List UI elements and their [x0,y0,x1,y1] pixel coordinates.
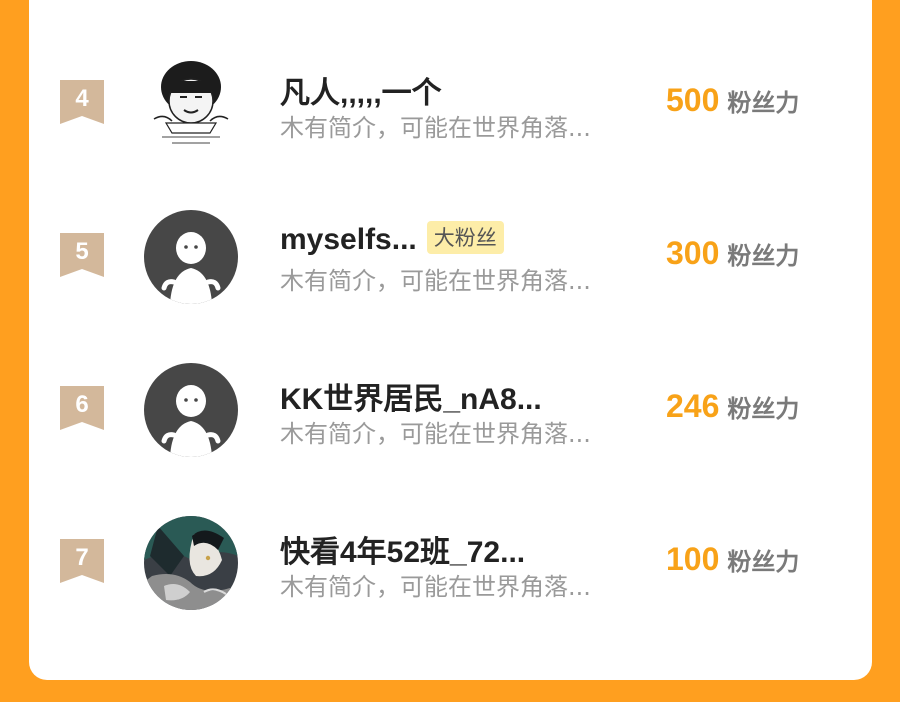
username[interactable]: myselfs... 大粉丝 [280,221,504,257]
big-fan-badge: 大粉丝 [426,221,504,254]
username[interactable]: KK世界居民_nA8... [280,374,542,418]
fan-power-score: 300 粉丝力 [666,235,799,272]
username[interactable]: 凡人,,,,,一个 [280,68,442,112]
score-value: 100 [666,541,720,577]
rank-badge: 5 [60,233,104,277]
user-avatar[interactable] [144,57,238,151]
score-unit: 粉丝力 [727,395,800,423]
fan-power-score: 500 粉丝力 [666,82,799,119]
score-unit: 粉丝力 [727,89,800,117]
rank-badge: 7 [60,539,104,583]
user-avatar[interactable] [144,516,238,610]
leaderboard-row[interactable]: 4 凡人,,,,,一个 木有简介，可能在世界角落... 500 粉丝力 [29,48,872,158]
score-value: 500 [666,82,720,118]
rank-number: 5 [75,238,89,265]
username[interactable]: 快看4年52班_72... [280,527,525,571]
user-bio: 木有简介，可能在世界角落... [280,573,591,601]
user-bio: 木有简介，可能在世界角落... [280,420,591,448]
leaderboard-row[interactable]: 5 myselfs... 大粉丝 木有简介，可能在世界角落... 300 粉丝力 [29,201,872,311]
user-bio: 木有简介，可能在世界角落... [280,267,591,295]
rank-number: 6 [75,391,89,418]
fan-power-score: 100 粉丝力 [666,541,799,578]
rank-badge: 4 [60,80,104,124]
default-avatar[interactable] [144,210,238,304]
score-value: 246 [666,388,720,424]
rank-number: 4 [75,85,89,112]
fan-leaderboard-card: 4 凡人,,,,,一个 木有简介，可能在世界角落... 500 粉丝力 5 my… [29,0,872,680]
rank-number: 7 [75,544,89,571]
leaderboard-row[interactable]: 7 快看4年52班_72... 木有简介，可能在世界角落... 100 粉丝力 [29,507,872,617]
rank-badge: 6 [60,386,104,430]
score-unit: 粉丝力 [727,548,800,576]
score-value: 300 [666,235,720,271]
score-unit: 粉丝力 [727,242,800,270]
default-avatar[interactable] [144,363,238,457]
leaderboard-row[interactable]: 6 KK世界居民_nA8... 木有简介，可能在世界角落... 246 粉丝力 [29,354,872,464]
fan-power-score: 246 粉丝力 [666,388,799,425]
user-bio: 木有简介，可能在世界角落... [280,114,591,142]
